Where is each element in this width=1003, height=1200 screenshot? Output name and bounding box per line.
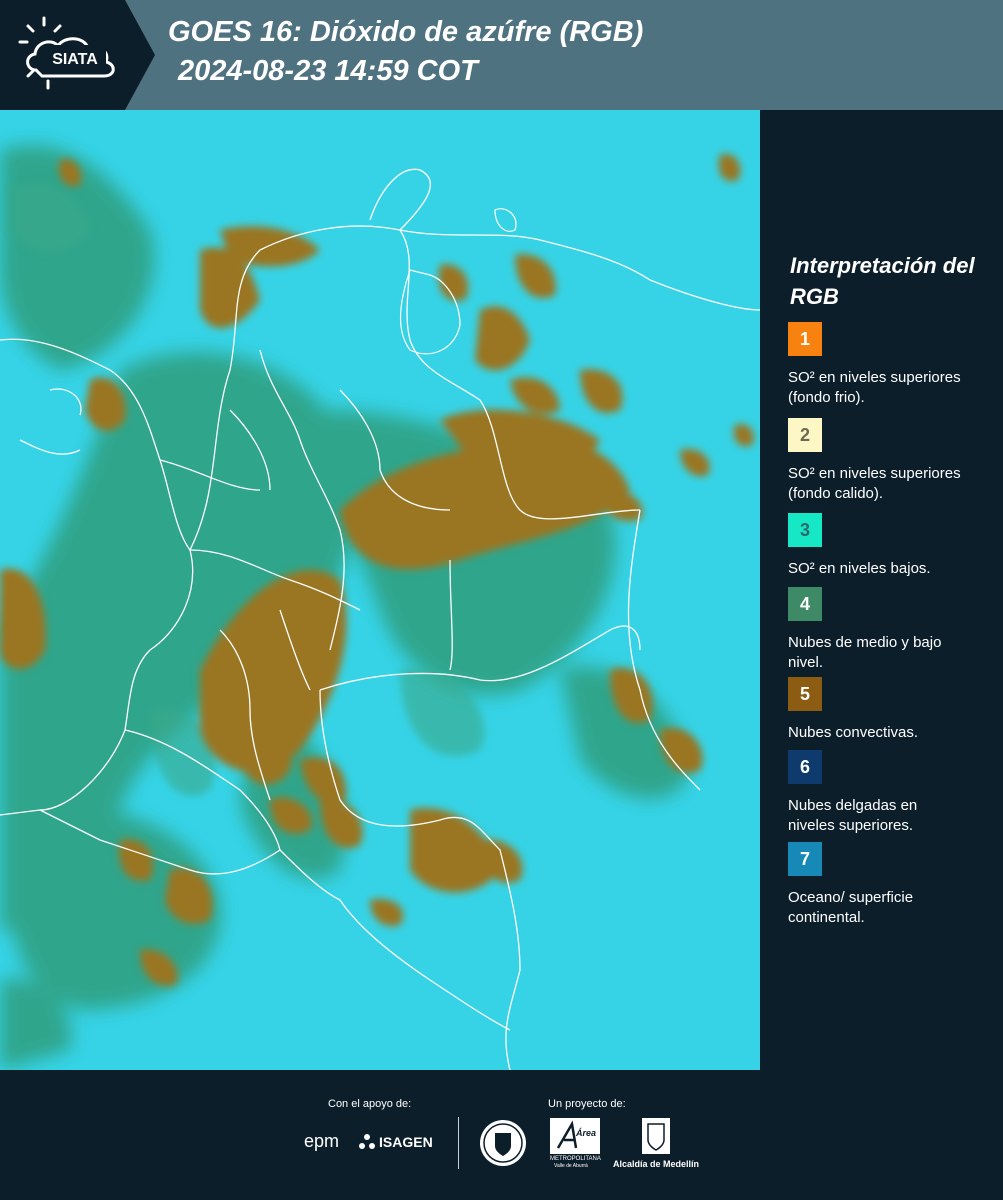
legend-desc-4: Nubes de medio y bajo nivel.: [788, 634, 942, 671]
area-logo-text: Área: [576, 1128, 597, 1138]
legend-desc-2: SO² en niveles superiores (fondo calido)…: [788, 465, 961, 502]
medellin-seal-icon: [478, 1118, 528, 1173]
legend-swatch-5: 5: [788, 677, 822, 711]
area-subtitle: METROPOLITANA: [550, 1156, 601, 1162]
siata-logo: SIATA: [0, 0, 155, 110]
legend-title: Interpretación del RGB: [790, 253, 975, 309]
isagen-icon: [358, 1133, 376, 1156]
legend-swatch-7: 7: [788, 842, 822, 876]
project-label: Un proyecto de:: [548, 1098, 626, 1110]
page-title: GOES 16: Dióxido de azúfre (RGB): [168, 16, 644, 48]
legend-desc-1: SO² en niveles superiores (fondo frio).: [788, 369, 961, 406]
isagen-logo: ISAGEN: [379, 1134, 433, 1150]
timestamp: 2024-08-23 14:59 COT: [178, 55, 478, 87]
legend-swatch-1: 1: [788, 322, 822, 356]
legend-item-4: 4 Nubes de medio y bajo nivel.: [788, 587, 998, 673]
legend-item-3: 3 SO² en niveles bajos.: [788, 513, 998, 579]
footer: Con el apoyo de: Un proyecto de: epm ISA…: [0, 1070, 1003, 1200]
area-metropolitana-logo: Área METROPOLITANA Valle de Aburrá: [550, 1118, 601, 1170]
epm-logo: epm: [304, 1131, 340, 1151]
legend-desc-5: Nubes convectivas.: [788, 724, 919, 741]
legend-swatch-2: 2: [788, 418, 822, 452]
alcaldia-shield-icon: [642, 1118, 670, 1159]
legend-swatch-6: 6: [788, 750, 822, 784]
legend-panel: Interpretación del RGB 1 SO² en niveles …: [760, 110, 1003, 1070]
satellite-map: [0, 110, 760, 1070]
area-subtitle-2: Valle de Aburrá: [554, 1163, 588, 1169]
legend-item-7: 7 Oceano/ superficie continental.: [788, 842, 998, 928]
logo-text: SIATA: [52, 51, 98, 68]
legend-desc-3: SO² en niveles bajos.: [788, 560, 931, 577]
legend-item-5: 5 Nubes convectivas.: [788, 677, 998, 743]
footer-divider: [458, 1117, 459, 1169]
legend-swatch-4: 4: [788, 587, 822, 621]
legend-item-6: 6 Nubes delgadas en niveles superiores.: [788, 750, 998, 836]
legend-desc-6: Nubes delgadas en niveles superiores.: [788, 797, 918, 834]
support-label: Con el apoyo de:: [328, 1098, 412, 1110]
legend-desc-7: Oceano/ superficie continental.: [788, 889, 914, 926]
legend-item-2: 2 SO² en niveles superiores (fondo calid…: [788, 418, 998, 504]
legend-swatch-3: 3: [788, 513, 822, 547]
legend-item-1: 1 SO² en niveles superiores (fondo frio)…: [788, 322, 998, 408]
header-bar: SIATA GOES 16: Dióxido de azúfre (RGB) 2…: [0, 0, 1003, 110]
alcaldia-logo-text: Alcaldía de Medellín: [613, 1159, 700, 1169]
